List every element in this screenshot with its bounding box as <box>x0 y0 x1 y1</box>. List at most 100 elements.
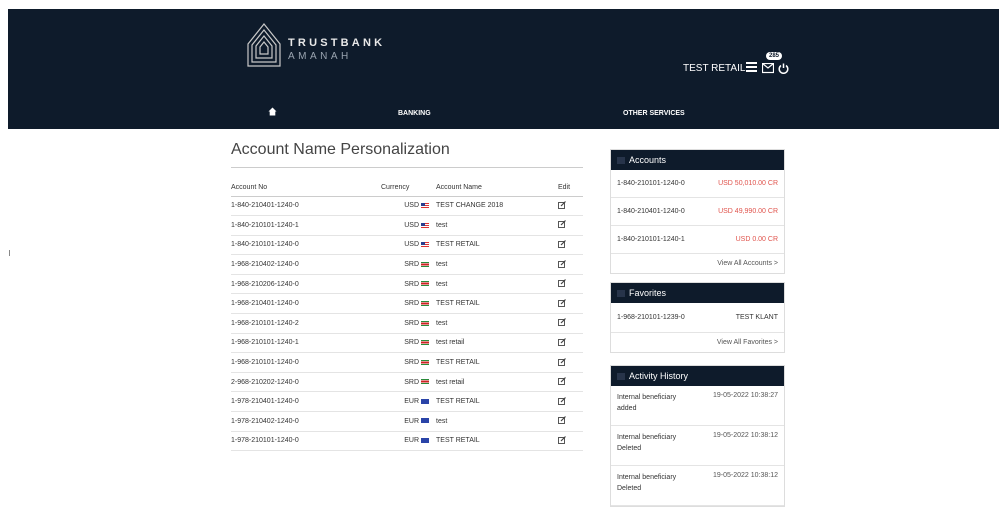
favorite-item[interactable]: 1-968-210101-1239-0 TEST KLANT <box>611 303 784 333</box>
brand-subname: AMANAH <box>288 51 352 62</box>
star-icon <box>617 290 625 298</box>
col-currency: Currency <box>381 179 432 197</box>
account-no: 1-978-210101-1240-0 <box>231 431 381 452</box>
col-account-name: Account Name <box>432 179 558 197</box>
logo-mark-icon <box>247 23 281 67</box>
activity-item: Internal beneficiary Deleted 19-05-2022 1… <box>611 466 784 506</box>
side-marker <box>9 250 10 256</box>
summary-balance: USD 49,990.00 CR <box>718 208 778 215</box>
activity-timestamp: 19-05-2022 10:38:12 <box>713 432 778 439</box>
account-summary-item[interactable]: 1-840-210101-1240-0 USD 50,010.00 CR <box>611 170 784 198</box>
currency-code: SRD <box>404 359 419 367</box>
col-edit: Edit <box>558 179 583 197</box>
edit-cell <box>558 333 583 354</box>
table-row: 1-978-210101-1240-0 EUR TEST RETAIL <box>231 431 583 452</box>
edit-icon[interactable] <box>558 396 566 405</box>
table-row: 1-840-210401-1240-0 USD TEST CHANGE 2018 <box>231 196 583 217</box>
account-table: Account No Currency Account Name Edit 1-… <box>231 179 583 452</box>
edit-cell <box>558 235 583 256</box>
account-no: 2-968-210202-1240-0 <box>231 372 381 393</box>
account-name: test <box>432 411 558 432</box>
currency-cell: SRD <box>381 372 432 393</box>
account-name: test <box>432 313 558 334</box>
view-all-accounts-link[interactable]: View All Accounts > <box>611 254 784 273</box>
currency-cell: SRD <box>381 293 432 315</box>
currency-code: SRD <box>404 280 419 288</box>
summary-account-no: 1-840-210101-1240-1 <box>617 236 685 243</box>
flag-icon <box>421 340 429 346</box>
flag-icon <box>421 379 429 385</box>
account-summary-item[interactable]: 1-840-210101-1240-1 USD 0.00 CR <box>611 226 784 254</box>
currency-code: EUR <box>404 398 419 406</box>
flag-icon <box>421 359 429 365</box>
edit-icon[interactable] <box>558 200 566 209</box>
edit-cell <box>558 411 583 432</box>
edit-cell <box>558 352 583 373</box>
account-name: TEST RETAIL <box>432 293 558 315</box>
edit-icon[interactable] <box>558 435 566 444</box>
currency-code: USD <box>404 241 419 249</box>
activity-panel-header: Activity History <box>611 366 784 386</box>
account-name: TEST CHANGE 2018 <box>432 196 558 217</box>
accounts-panel-header: Accounts <box>611 150 784 170</box>
edit-icon[interactable] <box>558 220 566 229</box>
edit-icon[interactable] <box>558 357 566 366</box>
account-name: test <box>432 215 558 236</box>
currency-cell: EUR <box>381 411 432 432</box>
hamburger-menu-icon[interactable] <box>746 62 757 74</box>
account-no: 1-968-210402-1240-0 <box>231 254 381 275</box>
edit-icon[interactable] <box>558 279 566 288</box>
favorites-panel: Favorites 1-968-210101-1239-0 TEST KLANT … <box>610 282 785 353</box>
account-no: 1-840-210101-1240-0 <box>231 235 381 256</box>
account-name: TEST RETAIL <box>432 431 558 452</box>
edit-cell <box>558 431 583 452</box>
home-icon[interactable] <box>268 107 277 116</box>
table-row: 2-968-210202-1240-0 SRD test retail <box>231 372 583 393</box>
account-summary-item[interactable]: 1-840-210401-1240-0 USD 49,990.00 CR <box>611 198 784 226</box>
notification-badge: 285 <box>766 52 783 60</box>
account-name: test <box>432 254 558 275</box>
user-name[interactable]: TEST RETAIL <box>683 63 745 74</box>
favorite-name: TEST KLANT <box>735 314 778 321</box>
activity-item: Internal beneficiary added 19-05-2022 10:… <box>611 386 784 426</box>
edit-icon[interactable] <box>558 416 566 425</box>
mail-icon[interactable] <box>762 63 774 74</box>
power-icon[interactable] <box>778 63 789 74</box>
currency-code: SRD <box>404 319 419 327</box>
currency-cell: SRD <box>381 313 432 334</box>
flag-icon <box>421 418 429 424</box>
col-account-no: Account No <box>231 179 381 197</box>
account-no: 1-968-210401-1240-0 <box>231 293 381 315</box>
top-header <box>8 9 999 129</box>
table-row: 1-968-210101-1240-1 SRD test retail <box>231 333 583 354</box>
edit-icon[interactable] <box>558 377 566 386</box>
currency-code: USD <box>404 202 419 210</box>
wallet-icon <box>617 157 625 165</box>
activity-description: Internal beneficiary Deleted <box>617 434 677 452</box>
currency-cell: SRD <box>381 254 432 275</box>
table-row: 1-968-210101-1240-0 SRD TEST RETAIL <box>231 352 583 373</box>
currency-cell: USD <box>381 235 432 256</box>
account-name: test retail <box>432 333 558 354</box>
edit-icon[interactable] <box>558 240 566 248</box>
summary-balance: USD 0.00 CR <box>735 236 778 243</box>
account-no: 1-840-210101-1240-1 <box>231 215 381 236</box>
edit-icon[interactable] <box>558 318 566 327</box>
activity-timestamp: 19-05-2022 10:38:27 <box>713 392 778 399</box>
clock-icon <box>617 373 625 381</box>
activity-description: Internal beneficiary added <box>617 394 677 412</box>
table-row: 1-840-210101-1240-0 USD TEST RETAIL <box>231 235 583 256</box>
edit-icon[interactable] <box>558 338 566 346</box>
account-no: 1-840-210401-1240-0 <box>231 196 381 217</box>
edit-icon[interactable] <box>558 298 566 307</box>
currency-code: SRD <box>404 300 419 308</box>
currency-cell: SRD <box>381 333 432 354</box>
nav-other-services[interactable]: OTHER SERVICES <box>623 110 685 117</box>
table-row: 1-968-210101-1240-2 SRD test <box>231 313 583 334</box>
edit-icon[interactable] <box>558 259 566 268</box>
view-all-favorites-link[interactable]: View All Favorites > <box>611 333 784 352</box>
brand-logo[interactable]: TRUSTBANK AMANAH <box>246 22 386 72</box>
nav-banking[interactable]: BANKING <box>398 110 431 117</box>
flag-icon <box>421 300 429 306</box>
flag-icon <box>421 222 429 228</box>
